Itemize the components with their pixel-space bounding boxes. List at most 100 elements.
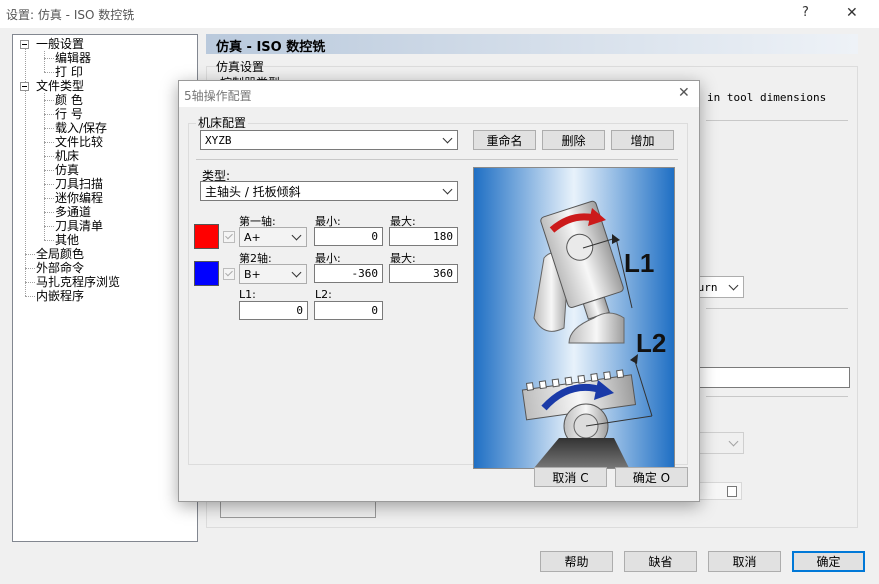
panel-divider	[706, 120, 848, 121]
tree-item[interactable]: 编辑器	[55, 51, 91, 65]
l1-diagram-label: L1	[624, 248, 654, 278]
tree-item[interactable]: 马扎克程序浏览	[36, 275, 120, 289]
dialog-ok-button[interactable]: 确定 O	[615, 467, 688, 487]
tree-line	[44, 100, 54, 101]
tree-item[interactable]: 多通道	[55, 205, 91, 219]
ok-button[interactable]: 确定	[792, 551, 865, 572]
type-combo[interactable]: 主轴头 / 托板倾斜	[200, 181, 458, 201]
tree-item[interactable]: 外部命令	[36, 261, 84, 275]
file-browse-field[interactable]	[696, 482, 742, 500]
chevron-down-icon	[729, 282, 739, 292]
tree-line	[25, 268, 35, 269]
axis1-combo-text: A+	[244, 230, 261, 244]
check-icon	[225, 268, 233, 277]
axis1-combo[interactable]: A+	[239, 227, 307, 247]
machine-diagram-svg: L1 L2	[474, 168, 674, 468]
tree-item[interactable]: 行 号	[55, 107, 83, 121]
tree-line	[25, 254, 35, 255]
five-axis-dialog: 5轴操作配置 ✕ 机床配置 XYZB 重命名 删除 增加 类型: 主轴头 / 托…	[178, 80, 700, 502]
tree-line	[25, 296, 35, 297]
tree-line	[44, 142, 54, 143]
tree-item[interactable]: 内嵌程序	[36, 289, 84, 303]
dialog-cancel-button[interactable]: 取消 C	[534, 467, 607, 487]
tree-line	[44, 128, 54, 129]
panel-text-field[interactable]	[696, 367, 850, 388]
tree-collapse-icon[interactable]	[20, 82, 29, 91]
tree-item[interactable]: 文件类型	[36, 79, 84, 93]
tree-item[interactable]: 迷你编程	[55, 191, 103, 205]
help-button[interactable]: ?	[802, 5, 809, 20]
tree-item[interactable]: 打 印	[55, 65, 83, 79]
axis2-min-input[interactable]: -360	[314, 264, 383, 283]
tree-line	[44, 58, 54, 59]
delete-button[interactable]: 删除	[542, 130, 605, 150]
tree-item[interactable]: 文件比较	[55, 135, 103, 149]
l2-input[interactable]: 0	[314, 301, 383, 320]
machine-combo-text: XYZB	[205, 133, 232, 147]
axis2-combo[interactable]: B+	[239, 264, 307, 284]
tree-line	[44, 51, 45, 72]
axis1-max-input[interactable]: 180	[389, 227, 458, 246]
help-bottom-button[interactable]: 帮助	[540, 551, 613, 572]
tree-line	[44, 72, 54, 73]
settings-tree[interactable]: 一般设置 编辑器打 印文件类型颜 色行 号载入/保存 文件比较 机床 仿真 刀具扫描 迷你编…	[12, 34, 198, 542]
tree-item[interactable]: 机床	[55, 149, 79, 163]
axis2-color-swatch[interactable]	[194, 261, 219, 286]
tree-item[interactable]: 颜 色	[55, 93, 83, 107]
tree-line	[44, 156, 54, 157]
window-title: 设置: 仿真 - ISO 数控铣	[6, 8, 135, 22]
chevron-down-icon	[292, 269, 302, 279]
cancel-button[interactable]: 取消	[708, 551, 781, 572]
tree-line	[44, 184, 54, 185]
rename-button[interactable]: 重命名	[473, 130, 536, 150]
chevron-down-icon	[729, 438, 739, 448]
machine-config-label: 机床配置	[196, 114, 249, 131]
tree-line	[44, 93, 45, 240]
l1-input[interactable]: 0	[239, 301, 308, 320]
tree-line	[44, 226, 54, 227]
chevron-down-icon	[292, 232, 302, 242]
tree-line	[44, 198, 54, 199]
chevron-down-icon	[443, 135, 453, 145]
axis1-color-swatch[interactable]	[194, 224, 219, 249]
dialog-title-bar: 5轴操作配置 ✕	[179, 81, 699, 107]
tree-item[interactable]: 载入/保存	[55, 121, 107, 135]
l2-label: L2:	[315, 288, 332, 301]
axis2-checkbox[interactable]	[223, 268, 235, 280]
machine-diagram: L1 L2	[473, 167, 675, 469]
tree-collapse-icon[interactable]	[20, 40, 29, 49]
dialog-title: 5轴操作配置	[184, 89, 252, 103]
tree-item[interactable]: 仿真	[55, 163, 79, 177]
tool-dims-text: in tool dimensions	[707, 91, 827, 104]
tree-line	[25, 282, 35, 283]
axis2-combo-text: B+	[244, 267, 261, 281]
panel-lower-box	[220, 500, 376, 518]
dialog-divider	[196, 159, 678, 160]
tree-line	[44, 212, 54, 213]
panel-divider	[706, 396, 848, 397]
browse-icon[interactable]	[727, 486, 737, 497]
axis1-checkbox[interactable]	[223, 231, 235, 243]
panel-title: 仿真 - ISO 数控铣	[216, 40, 326, 55]
dialog-close-button[interactable]: ✕	[678, 85, 690, 101]
tree-item[interactable]: 刀具扫描	[55, 177, 103, 191]
window-close-button[interactable]: ✕	[846, 5, 858, 21]
add-button[interactable]: 增加	[611, 130, 674, 150]
tree-line	[44, 114, 54, 115]
simulation-group-title: 仿真设置	[216, 60, 265, 74]
type-combo-text: 主轴头 / 托板倾斜	[205, 184, 301, 199]
tree-item[interactable]: 全局颜色	[36, 247, 84, 261]
axis1-min-input[interactable]: 0	[314, 227, 383, 246]
tree-item[interactable]: 刀具清单	[55, 219, 103, 233]
tree-line	[44, 240, 54, 241]
l1-label: L1:	[239, 288, 256, 301]
machine-combo[interactable]: XYZB	[200, 130, 458, 150]
panel-header: 仿真 - ISO 数控铣	[206, 34, 858, 55]
tree-item[interactable]: 其他	[55, 233, 79, 247]
axis2-max-input[interactable]: 360	[389, 264, 458, 283]
panel-divider	[706, 308, 848, 309]
disabled-combo	[696, 432, 744, 454]
tree-item[interactable]: 一般设置	[36, 37, 84, 51]
check-icon	[225, 231, 233, 240]
default-button[interactable]: 缺省	[624, 551, 697, 572]
